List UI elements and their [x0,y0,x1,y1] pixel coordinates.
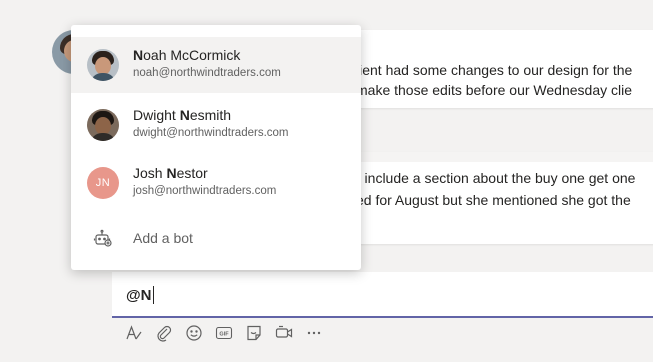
compose-toolbar: GIF [125,322,323,344]
avatar [87,49,119,81]
bot-icon [93,228,113,248]
emoji-icon[interactable] [185,324,203,342]
text-caret [153,286,155,304]
avatar-initials: JN [87,167,119,199]
avatar [87,109,119,141]
add-bot-label: Add a bot [133,230,193,246]
attach-icon[interactable] [155,324,173,342]
mention-email: dwight@northwindtraders.com [133,127,289,139]
message-text-line: ed for August but she mentioned she got … [356,192,631,208]
mention-email: josh@northwindtraders.com [133,185,277,197]
message-text-line: ) include a section about the buy one ge… [356,170,636,186]
mention-name: Noah McCormick [133,47,241,63]
mention-email: noah@northwindtraders.com [133,67,281,79]
message-text-line: lient had some changes to our design for… [356,62,633,78]
add-bot-button[interactable]: Add a bot [71,221,361,257]
sticker-icon[interactable] [245,324,263,342]
format-icon[interactable] [125,324,143,342]
mention-name: Dwight Nesmith [133,107,232,123]
compose-text: @N [126,286,152,304]
mention-option-dwight-nesmith[interactable]: Dwight Nesmith dwight@northwindtraders.c… [71,97,361,153]
compose-box[interactable]: @N [112,272,653,318]
mention-name: Josh Nestor [133,165,208,181]
compose-input[interactable]: @N [126,286,155,304]
gif-icon[interactable]: GIF [215,324,233,342]
message-text-line: make those edits before our Wednesday cl… [356,82,633,98]
mention-option-noah-mccormick[interactable]: Noah McCormick noah@northwindtraders.com [71,37,361,93]
mention-option-josh-nestor[interactable]: JN Josh Nestor josh@northwindtraders.com [71,155,361,211]
meet-now-icon[interactable] [275,324,293,342]
svg-text:GIF: GIF [219,331,229,337]
mention-suggestions-popup: Noah McCormick noah@northwindtraders.com… [71,25,361,270]
more-options-icon[interactable] [305,324,323,342]
